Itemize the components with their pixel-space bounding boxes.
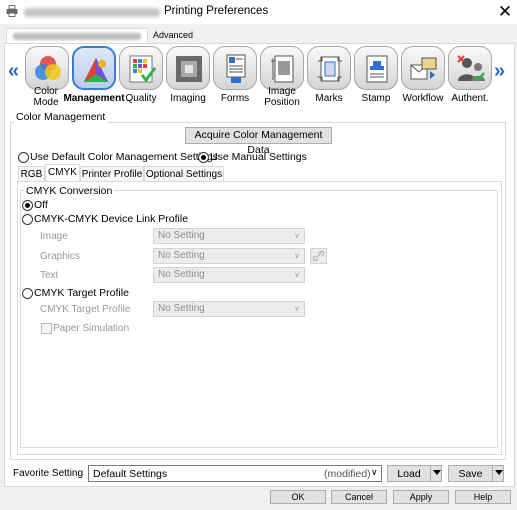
- toolbar-label-quality: Quality: [125, 93, 157, 104]
- stamp-icon: [366, 55, 388, 83]
- tab-cmyk[interactable]: CMYK: [45, 164, 80, 182]
- toolbar-label-workflow: Workflow: [402, 93, 444, 104]
- link-icon[interactable]: [310, 248, 327, 264]
- load-label: Load: [397, 468, 421, 480]
- toolbar-label-marks: Marks: [315, 93, 343, 104]
- toolbar-marks[interactable]: [307, 46, 351, 90]
- image-select-value: No Setting: [158, 230, 205, 241]
- favorite-setting-value: Default Settings: [93, 468, 168, 480]
- image-position-icon: [271, 55, 294, 83]
- forms-icon: [226, 54, 246, 83]
- toolbar-imaging[interactable]: [166, 46, 210, 90]
- marks-icon: [318, 56, 342, 82]
- chevron-down-icon: ∨: [294, 304, 300, 313]
- help-button[interactable]: Help: [455, 490, 511, 504]
- tab-advanced[interactable]: Advanced: [152, 28, 194, 42]
- quality-icon: [129, 55, 157, 83]
- close-icon[interactable]: ✕: [494, 1, 516, 23]
- cmyk-target-profile-value: No Setting: [158, 303, 205, 314]
- use-manual-label: Use Manual Settings: [210, 151, 307, 163]
- modified-label: (modified): [324, 468, 371, 480]
- toolbar-management[interactable]: [72, 46, 116, 90]
- authentication-icon: [457, 55, 485, 82]
- use-default-label: Use Default Color Management Settings: [30, 151, 218, 163]
- toolbar-label-authentication: Authent.: [451, 93, 489, 104]
- dropdown-arrow-icon[interactable]: [433, 470, 441, 475]
- graphics-select[interactable]: No Setting ∨: [153, 248, 305, 264]
- toolbar-color-mode[interactable]: [25, 46, 69, 90]
- tab-rgb[interactable]: RGB: [18, 166, 45, 181]
- toolbar-image-position[interactable]: [260, 46, 304, 90]
- acquire-color-management-data-button[interactable]: Acquire Color Management Data: [185, 127, 332, 156]
- toolbar-label-image-position: Image Position: [264, 86, 300, 108]
- apply-button[interactable]: Apply: [393, 490, 449, 504]
- off-radio[interactable]: [22, 200, 33, 211]
- dropdown-arrow-icon[interactable]: [495, 470, 503, 475]
- printer-name-redacted: [24, 8, 160, 17]
- cancel-button[interactable]: Cancel: [331, 490, 387, 504]
- save-button[interactable]: Save: [448, 465, 504, 482]
- cmyk-target-profile-label: CMYK Target Profile: [40, 304, 131, 315]
- toolbar-workflow[interactable]: [401, 46, 445, 90]
- target-profile-label: CMYK Target Profile: [34, 287, 129, 299]
- imaging-icon: [176, 56, 202, 82]
- graphics-select-value: No Setting: [158, 250, 205, 261]
- scroll-right-icon[interactable]: »: [494, 60, 505, 83]
- use-manual-radio[interactable]: [198, 152, 209, 163]
- toolbar-forms[interactable]: [213, 46, 257, 90]
- load-button[interactable]: Load: [387, 465, 442, 482]
- favorite-setting-combo[interactable]: Default Settings (modified) ∨: [88, 465, 382, 482]
- toolbar-label-management: Management: [63, 93, 125, 104]
- toolbar-authentication[interactable]: [448, 46, 492, 90]
- chevron-down-icon: ∨: [294, 251, 300, 260]
- toolbar-stamp[interactable]: [354, 46, 398, 90]
- color-management-icon: [84, 58, 108, 82]
- workflow-icon: [410, 57, 437, 80]
- text-select-value: No Setting: [158, 269, 205, 280]
- favorite-setting-label: Favorite Setting: [13, 468, 84, 479]
- toolbar-quality[interactable]: [119, 46, 163, 90]
- image-label: Image: [40, 231, 68, 242]
- paper-simulation-checkbox[interactable]: [41, 323, 52, 334]
- tab-printer-profile[interactable]: Printer Profile: [80, 166, 144, 181]
- toolbar-label-forms: Forms: [220, 93, 250, 104]
- scroll-left-icon[interactable]: «: [8, 60, 19, 83]
- use-default-radio[interactable]: [18, 152, 29, 163]
- text-label: Text: [40, 270, 59, 281]
- toolbar-label-imaging: Imaging: [170, 93, 206, 104]
- chevron-down-icon: ∨: [294, 231, 300, 240]
- chevron-down-icon: ∨: [294, 270, 300, 279]
- ok-button[interactable]: OK: [270, 490, 326, 504]
- title-bar: Printing Preferences ✕: [0, 0, 517, 24]
- color-management-title: Color Management: [14, 111, 108, 123]
- device-link-label: CMYK-CMYK Device Link Profile: [34, 213, 189, 225]
- chevron-down-icon: ∨: [371, 467, 378, 477]
- toolbar-label-color-mode: Color Mode: [33, 86, 59, 108]
- image-select[interactable]: No Setting ∨: [153, 228, 305, 244]
- text-select[interactable]: No Setting ∨: [153, 267, 305, 283]
- save-label: Save: [458, 468, 483, 480]
- paper-simulation-label: Paper Simulation: [53, 323, 130, 334]
- window-title: Printing Preferences: [164, 5, 269, 17]
- cmyk-target-profile-select[interactable]: No Setting ∨: [153, 301, 305, 317]
- target-profile-radio[interactable]: [22, 288, 33, 299]
- device-link-radio[interactable]: [22, 214, 33, 225]
- graphics-label: Graphics: [40, 251, 81, 262]
- toolbar-label-stamp: Stamp: [361, 93, 391, 104]
- tab-optional-settings[interactable]: Optional Settings: [144, 166, 224, 181]
- tab-basic[interactable]: [6, 28, 148, 43]
- color-mode-icon: [35, 56, 61, 80]
- cmyk-conversion-title: CMYK Conversion: [24, 185, 115, 197]
- off-label: Off: [34, 199, 48, 211]
- printer-icon: [6, 5, 18, 17]
